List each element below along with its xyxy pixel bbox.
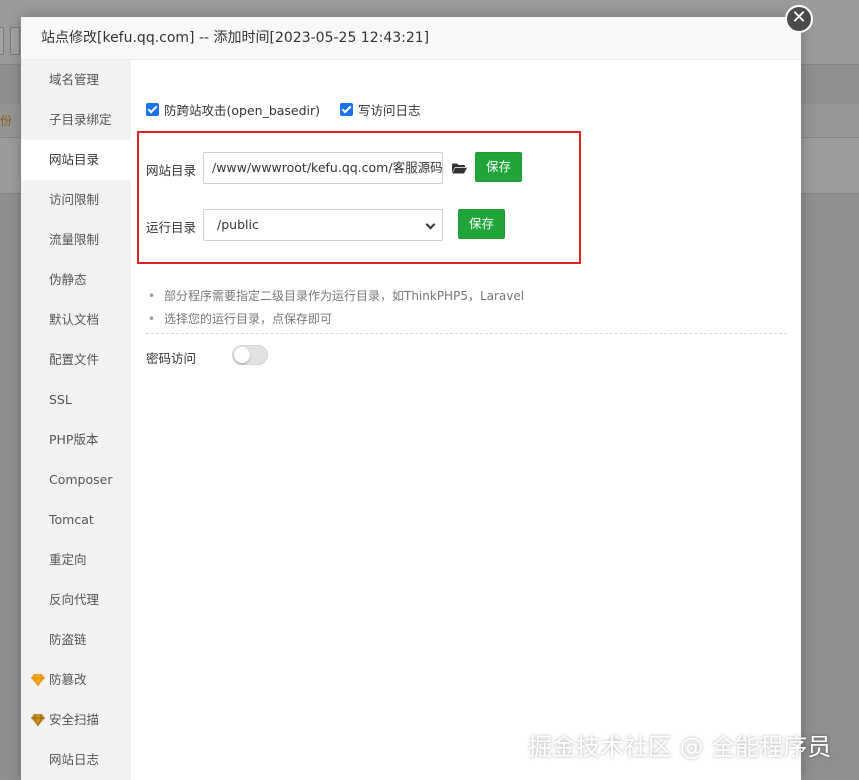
modal-content: 防跨站攻击(open_basedir) 写访问日志 网站目录 /www/wwwr… (131, 60, 801, 780)
sidebar-item[interactable]: 重定向 (21, 540, 131, 580)
gem-dark-icon (31, 714, 45, 726)
sidebar-item-label: PHP版本 (49, 432, 99, 447)
sidebar-item-label: 访问限制 (49, 192, 100, 207)
gem-gold-icon (31, 674, 45, 686)
password-access-toggle[interactable] (232, 345, 268, 365)
sidebar-item-label: 反向代理 (49, 592, 100, 607)
password-access-label: 密码访问 (146, 351, 197, 366)
sidebar-item-label: 伪静态 (49, 272, 87, 287)
chevron-down-icon (425, 219, 436, 230)
sidebar-item-label: Composer (49, 472, 113, 487)
sidebar-item[interactable]: 默认文档 (21, 300, 131, 340)
sidebar-item[interactable]: 配置文件 (21, 340, 131, 380)
sidebar-item-label: 默认文档 (49, 312, 100, 327)
sidebar-item[interactable]: SSL (21, 380, 131, 420)
sidebar-item-label: 网站日志 (49, 752, 100, 767)
sidebar-item-label: 安全扫描 (49, 712, 100, 727)
toggle-knob (234, 347, 250, 363)
sidebar-item[interactable]: 访问限制 (21, 180, 131, 220)
sidebar-item-label: 域名管理 (49, 72, 100, 87)
sidebar-item-label: 重定向 (49, 552, 87, 567)
sidebar-item[interactable]: 子目录绑定 (21, 100, 131, 140)
sidebar-item-label: SSL (49, 392, 72, 407)
watermark: 掘金技术社区 @ 全能程序员 (528, 733, 832, 761)
divider (146, 333, 787, 334)
option-row: 防跨站攻击(open_basedir) 写访问日志 (146, 100, 441, 119)
background-button (10, 27, 20, 55)
sidebar-item-label: 网站目录 (49, 152, 100, 167)
sidebar-item[interactable]: 流量限制 (21, 220, 131, 260)
sidebar-item[interactable]: Tomcat (21, 500, 131, 540)
sidebar-item[interactable]: 网站日志 (21, 740, 131, 780)
sidebar-item[interactable]: 防盗链 (21, 620, 131, 660)
site-dir-input[interactable]: /www/wwwroot/kefu.qq.com/客服源码 (203, 152, 443, 184)
sidebar-item[interactable]: 防篡改 (21, 660, 131, 700)
open-basedir-label[interactable]: 防跨站攻击(open_basedir) (164, 100, 320, 119)
run-dir-selected-value: /public (217, 217, 259, 232)
access-log-checkbox[interactable] (340, 103, 354, 116)
modal-title: 站点修改[kefu.qq.com] -- 添加时间[2023-05-25 12:… (21, 17, 801, 60)
sidebar-item[interactable]: 网站目录 (21, 140, 131, 180)
sidebar-item[interactable]: 反向代理 (21, 580, 131, 620)
tip-item: 选择您的运行目录，点保存即可 (146, 308, 524, 331)
sidebar-item-label: Tomcat (49, 512, 94, 527)
sidebar-item[interactable]: Composer (21, 460, 131, 500)
sidebar-item[interactable]: 域名管理 (21, 60, 131, 100)
sidebar-item[interactable]: PHP版本 (21, 420, 131, 460)
sidebar-item-label: 配置文件 (49, 352, 100, 367)
run-dir-select[interactable]: /public (203, 209, 443, 241)
run-dir-save-button[interactable]: 保存 (458, 209, 506, 239)
background-hint-text: 份 (0, 114, 13, 128)
background-button (0, 27, 4, 55)
site-dir-save-button[interactable]: 保存 (475, 152, 523, 182)
sidebar-item[interactable]: 安全扫描 (21, 700, 131, 740)
sidebar-item-label: 防篡改 (49, 672, 87, 687)
site-dir-label: 网站目录 (146, 163, 197, 178)
sidebar-item-label: 流量限制 (49, 232, 100, 247)
tip-item: 部分程序需要指定二级目录作为运行目录，如ThinkPHP5，Laravel (146, 285, 524, 308)
tips-list: 部分程序需要指定二级目录作为运行目录，如ThinkPHP5，Laravel 选择… (146, 285, 524, 331)
highlight-box (137, 131, 581, 264)
open-basedir-checkbox[interactable] (146, 103, 159, 116)
access-log-label[interactable]: 写访问日志 (358, 100, 421, 119)
sidebar-item-label: 子目录绑定 (49, 112, 112, 127)
folder-open-icon[interactable] (452, 163, 467, 174)
modal-sidebar: 域名管理子目录绑定网站目录访问限制流量限制伪静态默认文档配置文件 SSL PHP版本… (21, 60, 131, 780)
run-dir-label: 运行目录 (146, 220, 197, 235)
close-icon[interactable]: ✕ (785, 5, 813, 33)
sidebar-item-label: 防盗链 (49, 632, 87, 647)
site-edit-modal: 站点修改[kefu.qq.com] -- 添加时间[2023-05-25 12:… (21, 17, 801, 780)
sidebar-item[interactable]: 伪静态 (21, 260, 131, 300)
